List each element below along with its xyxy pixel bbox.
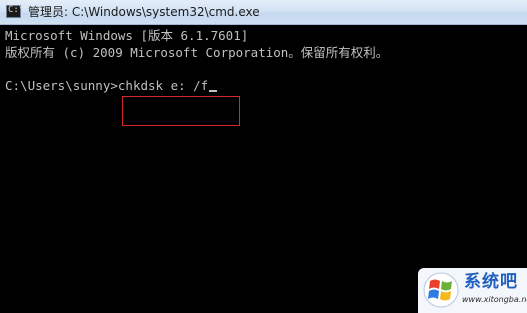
console-command: chkdsk e: /f <box>117 78 209 93</box>
window-title: 管理员: C:\Windows\system32\cmd.exe <box>28 5 260 19</box>
console-line-copyright: 版权所有 (c) 2009 Microsoft Corporation。保留所有… <box>5 45 389 60</box>
console-input-line[interactable]: C:\Users\sunny>chkdsk e: /f <box>5 78 218 94</box>
windows-logo-icon <box>423 272 459 308</box>
cmd-prompt-glyph: C:\ <box>8 5 25 15</box>
console-line-version: Microsoft Windows [版本 6.1.7601] <box>5 28 249 43</box>
title-bar[interactable]: C:\ 管理员: C:\Windows\system32\cmd.exe <box>0 0 527 25</box>
cmd-window: C:\ 管理员: C:\Windows\system32\cmd.exe Mic… <box>0 0 527 313</box>
watermark-url: www.xitongba.net <box>462 295 527 304</box>
command-highlight-box <box>122 96 240 126</box>
console-prompt: C:\Users\sunny> <box>5 78 118 93</box>
cmd-icon[interactable]: C:\ <box>6 5 25 18</box>
watermark-brand: 系统吧 <box>464 272 518 292</box>
watermark: 系统吧 www.xitongba.net <box>418 268 527 313</box>
text-cursor <box>209 90 218 92</box>
